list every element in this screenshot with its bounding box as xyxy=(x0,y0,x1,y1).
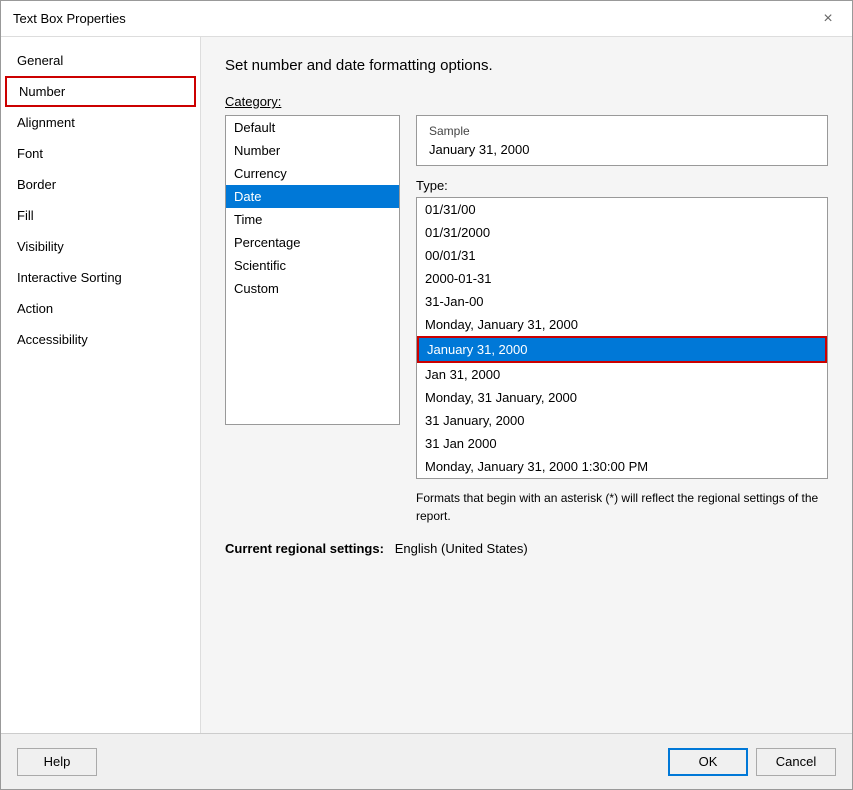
sidebar-item-border[interactable]: Border xyxy=(1,169,200,200)
type-item-11[interactable]: 31 Jan 2000 xyxy=(417,432,827,455)
category-item-date[interactable]: Date xyxy=(226,185,399,208)
sample-value: January 31, 2000 xyxy=(429,142,815,157)
category-item-number[interactable]: Number xyxy=(226,139,399,162)
type-item-12[interactable]: Monday, January 31, 2000 1:30:00 PM xyxy=(417,455,827,478)
type-listbox[interactable]: 01/31/00 01/31/2000 00/01/31 2000-01-31 … xyxy=(416,197,828,479)
category-label: Category: xyxy=(225,94,828,109)
text-box-properties-dialog: Text Box Properties × General Number Ali… xyxy=(0,0,853,790)
sidebar-item-action[interactable]: Action xyxy=(1,293,200,324)
type-item-3[interactable]: 00/01/31 xyxy=(417,244,827,267)
dialog-title: Text Box Properties xyxy=(13,11,126,26)
regional-settings-row: Current regional settings: English (Unit… xyxy=(225,541,828,556)
category-item-percentage[interactable]: Percentage xyxy=(226,231,399,254)
sidebar-item-interactive-sorting[interactable]: Interactive Sorting xyxy=(1,262,200,293)
close-button[interactable]: × xyxy=(816,7,840,31)
footer-right: OK Cancel xyxy=(668,748,836,776)
category-item-scientific[interactable]: Scientific xyxy=(226,254,399,277)
category-item-currency[interactable]: Currency xyxy=(226,162,399,185)
sidebar-item-general[interactable]: General xyxy=(1,45,200,76)
format-note: Formats that begin with an asterisk (*) … xyxy=(416,489,828,525)
regional-value: English (United States) xyxy=(395,541,528,556)
sample-box: Sample January 31, 2000 xyxy=(416,115,828,166)
sidebar-item-number[interactable]: Number xyxy=(5,76,196,107)
sidebar-item-alignment[interactable]: Alignment xyxy=(1,107,200,138)
dialog-body: General Number Alignment Font Border Fil… xyxy=(1,37,852,733)
type-item-2[interactable]: 01/31/2000 xyxy=(417,221,827,244)
sidebar-item-fill[interactable]: Fill xyxy=(1,200,200,231)
regional-label: Current regional settings: xyxy=(225,541,384,556)
sidebar-item-visibility[interactable]: Visibility xyxy=(1,231,200,262)
category-item-time[interactable]: Time xyxy=(226,208,399,231)
right-panel: Sample January 31, 2000 Type: 01/31/00 0… xyxy=(416,115,828,525)
category-item-default[interactable]: Default xyxy=(226,116,399,139)
sample-label: Sample xyxy=(429,124,815,138)
type-item-4[interactable]: 2000-01-31 xyxy=(417,267,827,290)
category-list[interactable]: Default Number Currency Date Time Percen… xyxy=(225,115,400,425)
type-item-1[interactable]: 01/31/00 xyxy=(417,198,827,221)
main-row: Default Number Currency Date Time Percen… xyxy=(225,115,828,525)
sidebar-item-accessibility[interactable]: Accessibility xyxy=(1,324,200,355)
type-item-9[interactable]: Monday, 31 January, 2000 xyxy=(417,386,827,409)
type-item-8[interactable]: Jan 31, 2000 xyxy=(417,363,827,386)
content-header: Set number and date formatting options. xyxy=(225,57,828,74)
type-item-10[interactable]: 31 January, 2000 xyxy=(417,409,827,432)
title-bar: Text Box Properties × xyxy=(1,1,852,37)
type-item-6[interactable]: Monday, January 31, 2000 xyxy=(417,313,827,336)
sidebar: General Number Alignment Font Border Fil… xyxy=(1,37,201,733)
content-area: Set number and date formatting options. … xyxy=(201,37,852,733)
category-underline-char: C xyxy=(225,94,234,109)
type-item-5[interactable]: 31-Jan-00 xyxy=(417,290,827,313)
sidebar-item-font[interactable]: Font xyxy=(1,138,200,169)
cancel-button[interactable]: Cancel xyxy=(756,748,836,776)
type-item-7[interactable]: January 31, 2000 xyxy=(417,336,827,363)
category-item-custom[interactable]: Custom xyxy=(226,277,399,300)
type-label: Type: xyxy=(416,178,828,193)
help-button[interactable]: Help xyxy=(17,748,97,776)
dialog-footer: Help OK Cancel xyxy=(1,733,852,789)
ok-button[interactable]: OK xyxy=(668,748,748,776)
